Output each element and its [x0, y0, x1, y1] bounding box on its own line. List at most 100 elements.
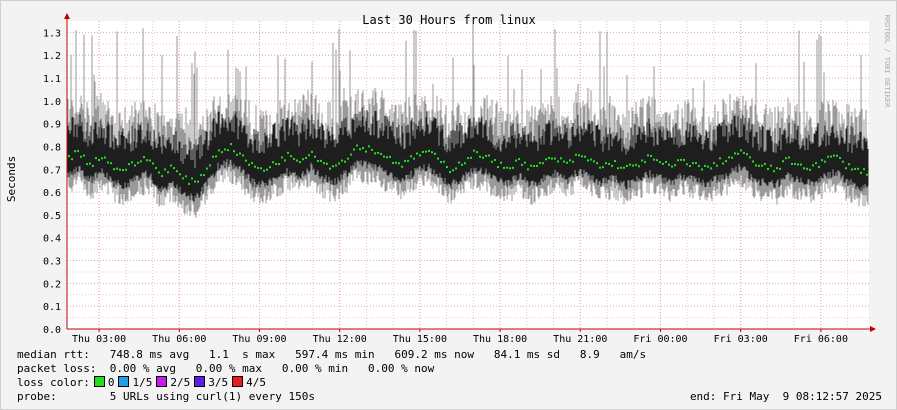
- median-point: [626, 164, 628, 167]
- median-point: [296, 159, 298, 162]
- median-point: [185, 175, 187, 178]
- median-point: [611, 164, 613, 167]
- median-point: [380, 153, 382, 156]
- median-point: [152, 162, 154, 165]
- median-point: [227, 149, 229, 152]
- median-point: [230, 143, 232, 146]
- median-point: [209, 164, 211, 167]
- median-point: [668, 163, 670, 166]
- median-point: [452, 169, 454, 172]
- median-point: [242, 154, 244, 157]
- median-point: [263, 169, 265, 172]
- median-point: [248, 163, 250, 166]
- median-point: [395, 161, 397, 164]
- median-point: [131, 161, 133, 164]
- median-point: [731, 156, 733, 159]
- median-point: [368, 145, 370, 148]
- median-point: [629, 163, 631, 166]
- median-point: [638, 165, 640, 168]
- median-point: [362, 147, 364, 150]
- median-point: [356, 144, 358, 147]
- median-point: [836, 154, 838, 157]
- y-tick-label: 0.7: [43, 165, 61, 176]
- median-point: [407, 159, 409, 162]
- median-point: [677, 159, 679, 162]
- median-point: [755, 164, 757, 167]
- median-point: [857, 167, 859, 170]
- median-point: [431, 151, 433, 154]
- median-point: [323, 162, 325, 165]
- median-point: [785, 157, 787, 160]
- median-point: [578, 154, 580, 157]
- loss-color-legend: loss color: 0 1/5 2/5 3/5 4/5: [17, 376, 266, 390]
- median-point: [329, 167, 331, 170]
- loss-color-swatch: [194, 376, 206, 387]
- median-point: [533, 165, 535, 168]
- median-point: [599, 166, 601, 169]
- median-point: [503, 166, 505, 169]
- median-point: [155, 166, 157, 169]
- median-point: [716, 164, 718, 167]
- median-point: [293, 157, 295, 160]
- loss-color-value: 2/5: [170, 376, 191, 389]
- median-point: [350, 153, 352, 156]
- median-point: [104, 156, 106, 159]
- median-point: [518, 158, 520, 161]
- median-point: [494, 158, 496, 161]
- median-point: [119, 168, 121, 171]
- median-point: [158, 171, 160, 174]
- median-point: [821, 159, 823, 162]
- median-point: [290, 155, 292, 158]
- median-point: [743, 152, 745, 155]
- y-tick-label: 0.4: [43, 234, 61, 245]
- median-point: [515, 159, 517, 162]
- median-point: [284, 159, 286, 162]
- median-point: [77, 149, 79, 152]
- median-point: [68, 154, 70, 157]
- median-point: [251, 162, 253, 165]
- median-point: [752, 160, 754, 163]
- median-point: [719, 157, 721, 160]
- median-point: [560, 157, 562, 160]
- median-point: [383, 155, 385, 158]
- median-point: [845, 167, 847, 170]
- median-point: [713, 162, 715, 165]
- median-point: [671, 165, 673, 168]
- median-point: [257, 166, 259, 169]
- median-point: [74, 150, 76, 153]
- median-point: [758, 164, 760, 167]
- median-point: [524, 161, 526, 164]
- end-timestamp: end: Fri May 9 08:12:57 2025: [689, 390, 882, 403]
- median-point: [422, 150, 424, 153]
- y-tick-label: 1.1: [43, 74, 61, 85]
- median-point: [464, 162, 466, 165]
- median-point: [101, 157, 103, 160]
- median-point: [275, 163, 277, 166]
- median-point: [827, 155, 829, 158]
- median-point: [722, 162, 724, 165]
- median-point: [866, 173, 868, 176]
- median-point: [149, 159, 151, 162]
- median-point: [470, 156, 472, 159]
- median-point: [386, 156, 388, 159]
- median-point: [782, 160, 784, 163]
- median-point: [215, 155, 217, 158]
- median-point: [455, 167, 457, 170]
- median-point: [314, 155, 316, 158]
- y-tick-label: 1.0: [43, 97, 61, 108]
- median-point: [239, 152, 241, 155]
- median-point: [305, 156, 307, 159]
- median-point: [338, 162, 340, 165]
- median-point: [89, 162, 91, 165]
- median-point: [572, 160, 574, 163]
- median-point: [86, 163, 88, 166]
- median-point: [143, 156, 145, 159]
- median-point: [605, 162, 607, 165]
- median-point: [179, 173, 181, 176]
- median-point: [317, 160, 319, 163]
- median-point: [302, 158, 304, 161]
- y-tick-label: 0.6: [43, 188, 61, 199]
- median-point: [860, 171, 862, 174]
- x-axis-arrow: [870, 326, 876, 332]
- median-point: [98, 159, 100, 162]
